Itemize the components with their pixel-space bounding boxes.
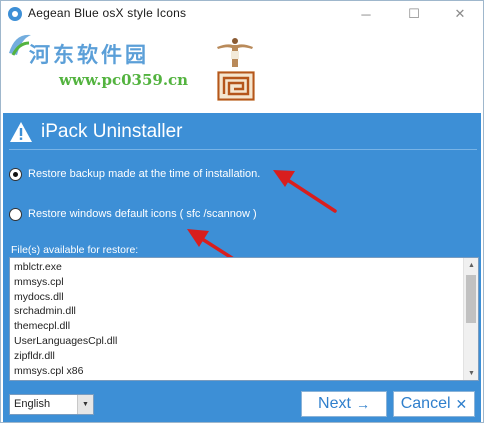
close-button[interactable]: ✕ (437, 1, 483, 27)
file-list-items: mblctr.exe mmsys.cpl mydocs.dll srchadmi… (14, 260, 117, 378)
option-restore-backup-label: Restore backup made at the time of insta… (28, 168, 261, 180)
annotation-arrow-1 (273, 170, 337, 213)
option-restore-backup[interactable]: Restore backup made at the time of insta… (9, 165, 260, 183)
main-panel: iPack Uninstaller Restore backup made at… (3, 113, 481, 422)
panel-divider (9, 149, 477, 150)
maximize-icon: ☐ (408, 6, 420, 21)
greek-key-tile-icon (217, 71, 255, 101)
scroll-thumb[interactable] (466, 275, 476, 323)
next-button[interactable]: Next → (301, 391, 387, 417)
radio-restore-default[interactable] (9, 207, 22, 221)
list-item[interactable]: UserLanguagesCpl.dll (14, 334, 117, 349)
radio-restore-backup[interactable] (9, 167, 22, 181)
language-value: English (14, 398, 51, 410)
files-label: File(s) available for restore: (11, 244, 139, 256)
file-list[interactable]: mblctr.exe mmsys.cpl mydocs.dll srchadmi… (9, 257, 479, 381)
list-item[interactable]: themecpl.dll (14, 319, 117, 334)
app-icon (8, 7, 22, 21)
list-item[interactable]: mydocs.dll (14, 290, 117, 305)
watermark-title: 河东软件园 (29, 42, 149, 67)
scroll-down-icon[interactable]: ▼ (464, 366, 478, 380)
close-icon: ✕ (454, 6, 466, 21)
language-select[interactable]: English ▼ (9, 394, 94, 415)
file-list-scrollbar[interactable]: ▲ ▼ (463, 258, 478, 380)
warning-icon (10, 122, 32, 142)
statue-figure-icon (217, 38, 253, 67)
option-restore-default-label: Restore windows default icons ( sfc /sca… (28, 208, 257, 220)
chevron-down-icon[interactable]: ▼ (77, 395, 93, 414)
maximize-button[interactable]: ☐ (391, 1, 437, 27)
option-restore-default[interactable]: Restore windows default icons ( sfc /sca… (9, 205, 257, 223)
header-banner: 河东软件园 www.pc0359.cn (1, 27, 483, 113)
list-item[interactable]: srchadmin.dll (14, 304, 117, 319)
scroll-up-icon[interactable]: ▲ (464, 258, 478, 272)
list-item[interactable]: zipfldr.dll (14, 349, 117, 364)
list-item[interactable]: mmsys.cpl x86 (14, 364, 117, 379)
title-bar[interactable]: Aegean Blue osX style Icons ─ ☐ ✕ (1, 1, 483, 27)
list-item[interactable]: mblctr.exe (14, 260, 117, 275)
minimize-button[interactable]: ─ (343, 1, 389, 27)
watermark-url: www.pc0359.cn (59, 71, 189, 89)
arrow-right-icon: → (355, 396, 370, 412)
installer-window: Aegean Blue osX style Icons ─ ☐ ✕ 河东软件园 … (0, 0, 484, 423)
panel-title: iPack Uninstaller (41, 121, 183, 142)
close-icon: ✕ (455, 395, 468, 412)
cancel-button-label: Cancel (400, 395, 451, 412)
list-item[interactable]: mmsys.cpl (14, 275, 117, 290)
window-title: Aegean Blue osX style Icons (28, 6, 187, 20)
cancel-button[interactable]: Cancel ✕ (393, 391, 475, 417)
minimize-icon: ─ (361, 6, 371, 22)
next-button-label: Next (318, 395, 351, 412)
